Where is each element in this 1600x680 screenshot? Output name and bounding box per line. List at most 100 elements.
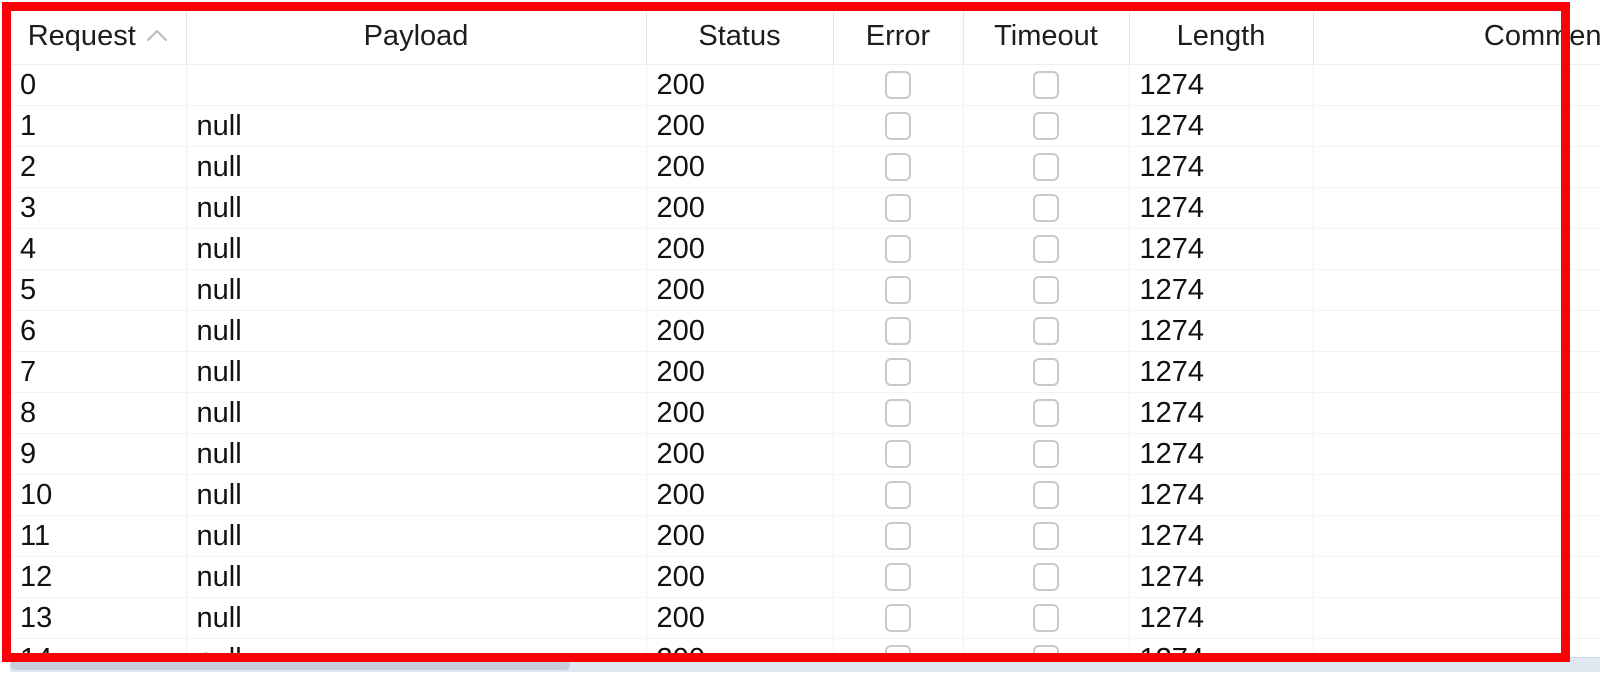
cell-request: 9 xyxy=(10,433,187,475)
cell-timeout[interactable] xyxy=(963,187,1130,229)
request-table-scroll-container[interactable]: Request Payload Status Error Timeout Len… xyxy=(10,10,1600,660)
cell-timeout[interactable] xyxy=(963,146,1130,188)
cell-status: 200 xyxy=(646,228,834,270)
cell-error[interactable] xyxy=(833,269,964,311)
cell-length: 1274 xyxy=(1129,351,1314,393)
error-checkbox[interactable] xyxy=(885,357,911,386)
cell-length: 1274 xyxy=(1129,474,1314,516)
cell-timeout[interactable] xyxy=(963,392,1130,434)
cell-error[interactable] xyxy=(833,433,964,475)
table-row[interactable]: 13 null 200 1274 xyxy=(10,597,1600,639)
timeout-checkbox[interactable] xyxy=(1033,480,1059,509)
table-row[interactable]: 0 200 1274 xyxy=(10,64,1600,106)
table-row[interactable]: 10 null 200 1274 xyxy=(10,474,1600,516)
column-header-request[interactable]: Request xyxy=(10,10,187,65)
table-row[interactable]: 4 null 200 1274 xyxy=(10,228,1600,270)
timeout-checkbox[interactable] xyxy=(1033,398,1059,427)
cell-timeout[interactable] xyxy=(963,269,1130,311)
table-row[interactable]: 3 null 200 1274 xyxy=(10,187,1600,229)
timeout-checkbox[interactable] xyxy=(1033,562,1059,591)
timeout-checkbox[interactable] xyxy=(1033,234,1059,263)
cell-comment xyxy=(1313,433,1600,475)
cell-timeout[interactable] xyxy=(963,105,1130,147)
horizontal-scrollbar[interactable] xyxy=(10,657,1600,672)
column-header-comment[interactable]: Comment xyxy=(1313,10,1600,65)
table-row[interactable]: 8 null 200 1274 xyxy=(10,392,1600,434)
cell-error[interactable] xyxy=(833,392,964,434)
table-row[interactable]: 1 null 200 1274 xyxy=(10,105,1600,147)
cell-timeout[interactable] xyxy=(963,64,1130,106)
cell-error[interactable] xyxy=(833,515,964,557)
table-row[interactable]: 12 null 200 1274 xyxy=(10,556,1600,598)
timeout-checkbox[interactable] xyxy=(1033,193,1059,222)
horizontal-scrollbar-thumb[interactable] xyxy=(10,660,570,670)
error-checkbox[interactable] xyxy=(885,439,911,468)
error-checkbox[interactable] xyxy=(885,316,911,345)
table-row[interactable]: 11 null 200 1274 xyxy=(10,515,1600,557)
cell-error[interactable] xyxy=(833,474,964,516)
cell-error[interactable] xyxy=(833,228,964,270)
timeout-checkbox[interactable] xyxy=(1033,316,1059,345)
timeout-checkbox[interactable] xyxy=(1033,357,1059,386)
timeout-checkbox[interactable] xyxy=(1033,111,1059,140)
error-checkbox[interactable] xyxy=(885,603,911,632)
cell-error[interactable] xyxy=(833,351,964,393)
error-checkbox[interactable] xyxy=(885,111,911,140)
error-checkbox[interactable] xyxy=(885,193,911,222)
table-row[interactable]: 6 null 200 1274 xyxy=(10,310,1600,352)
timeout-checkbox[interactable] xyxy=(1033,275,1059,304)
table-row[interactable]: 7 null 200 1274 xyxy=(10,351,1600,393)
cell-timeout[interactable] xyxy=(963,351,1130,393)
chevron-up-icon xyxy=(146,28,168,42)
table-body: 0 200 1274 1 null 200 1274 2 null 200 1274 3 null 200… xyxy=(10,64,1600,660)
error-checkbox[interactable] xyxy=(885,70,911,99)
cell-comment xyxy=(1313,64,1600,106)
table-row[interactable]: 5 null 200 1274 xyxy=(10,269,1600,311)
cell-timeout[interactable] xyxy=(963,310,1130,352)
error-checkbox[interactable] xyxy=(885,152,911,181)
timeout-checkbox[interactable] xyxy=(1033,521,1059,550)
cell-timeout[interactable] xyxy=(963,556,1130,598)
cell-error[interactable] xyxy=(833,597,964,639)
column-header-status[interactable]: Status xyxy=(646,10,834,65)
error-checkbox[interactable] xyxy=(885,275,911,304)
error-checkbox[interactable] xyxy=(885,562,911,591)
table-header-row: Request Payload Status Error Timeout Len… xyxy=(10,10,1600,65)
cell-length: 1274 xyxy=(1129,597,1314,639)
timeout-checkbox[interactable] xyxy=(1033,439,1059,468)
cell-request: 6 xyxy=(10,310,187,352)
timeout-checkbox[interactable] xyxy=(1033,70,1059,99)
error-checkbox[interactable] xyxy=(885,234,911,263)
cell-timeout[interactable] xyxy=(963,433,1130,475)
column-header-error[interactable]: Error xyxy=(833,10,964,65)
cell-error[interactable] xyxy=(833,105,964,147)
column-header-length[interactable]: Length xyxy=(1129,10,1314,65)
cell-error[interactable] xyxy=(833,146,964,188)
cell-length: 1274 xyxy=(1129,515,1314,557)
cell-error[interactable] xyxy=(833,64,964,106)
cell-request: 12 xyxy=(10,556,187,598)
column-header-payload[interactable]: Payload xyxy=(186,10,647,65)
cell-timeout[interactable] xyxy=(963,597,1130,639)
cell-comment xyxy=(1313,474,1600,516)
error-checkbox[interactable] xyxy=(885,480,911,509)
cell-comment xyxy=(1313,351,1600,393)
cell-payload: null xyxy=(186,433,647,475)
table-row[interactable]: 9 null 200 1274 xyxy=(10,433,1600,475)
cell-error[interactable] xyxy=(833,187,964,229)
cell-status: 200 xyxy=(646,433,834,475)
cell-payload: null xyxy=(186,228,647,270)
error-checkbox[interactable] xyxy=(885,521,911,550)
table-row[interactable]: 2 null 200 1274 xyxy=(10,146,1600,188)
timeout-checkbox[interactable] xyxy=(1033,152,1059,181)
cell-error[interactable] xyxy=(833,310,964,352)
column-header-request-label: Request xyxy=(27,20,136,53)
cell-error[interactable] xyxy=(833,556,964,598)
cell-timeout[interactable] xyxy=(963,474,1130,516)
cell-payload: null xyxy=(186,515,647,557)
error-checkbox[interactable] xyxy=(885,398,911,427)
column-header-timeout[interactable]: Timeout xyxy=(963,10,1130,65)
cell-timeout[interactable] xyxy=(963,515,1130,557)
cell-timeout[interactable] xyxy=(963,228,1130,270)
timeout-checkbox[interactable] xyxy=(1033,603,1059,632)
